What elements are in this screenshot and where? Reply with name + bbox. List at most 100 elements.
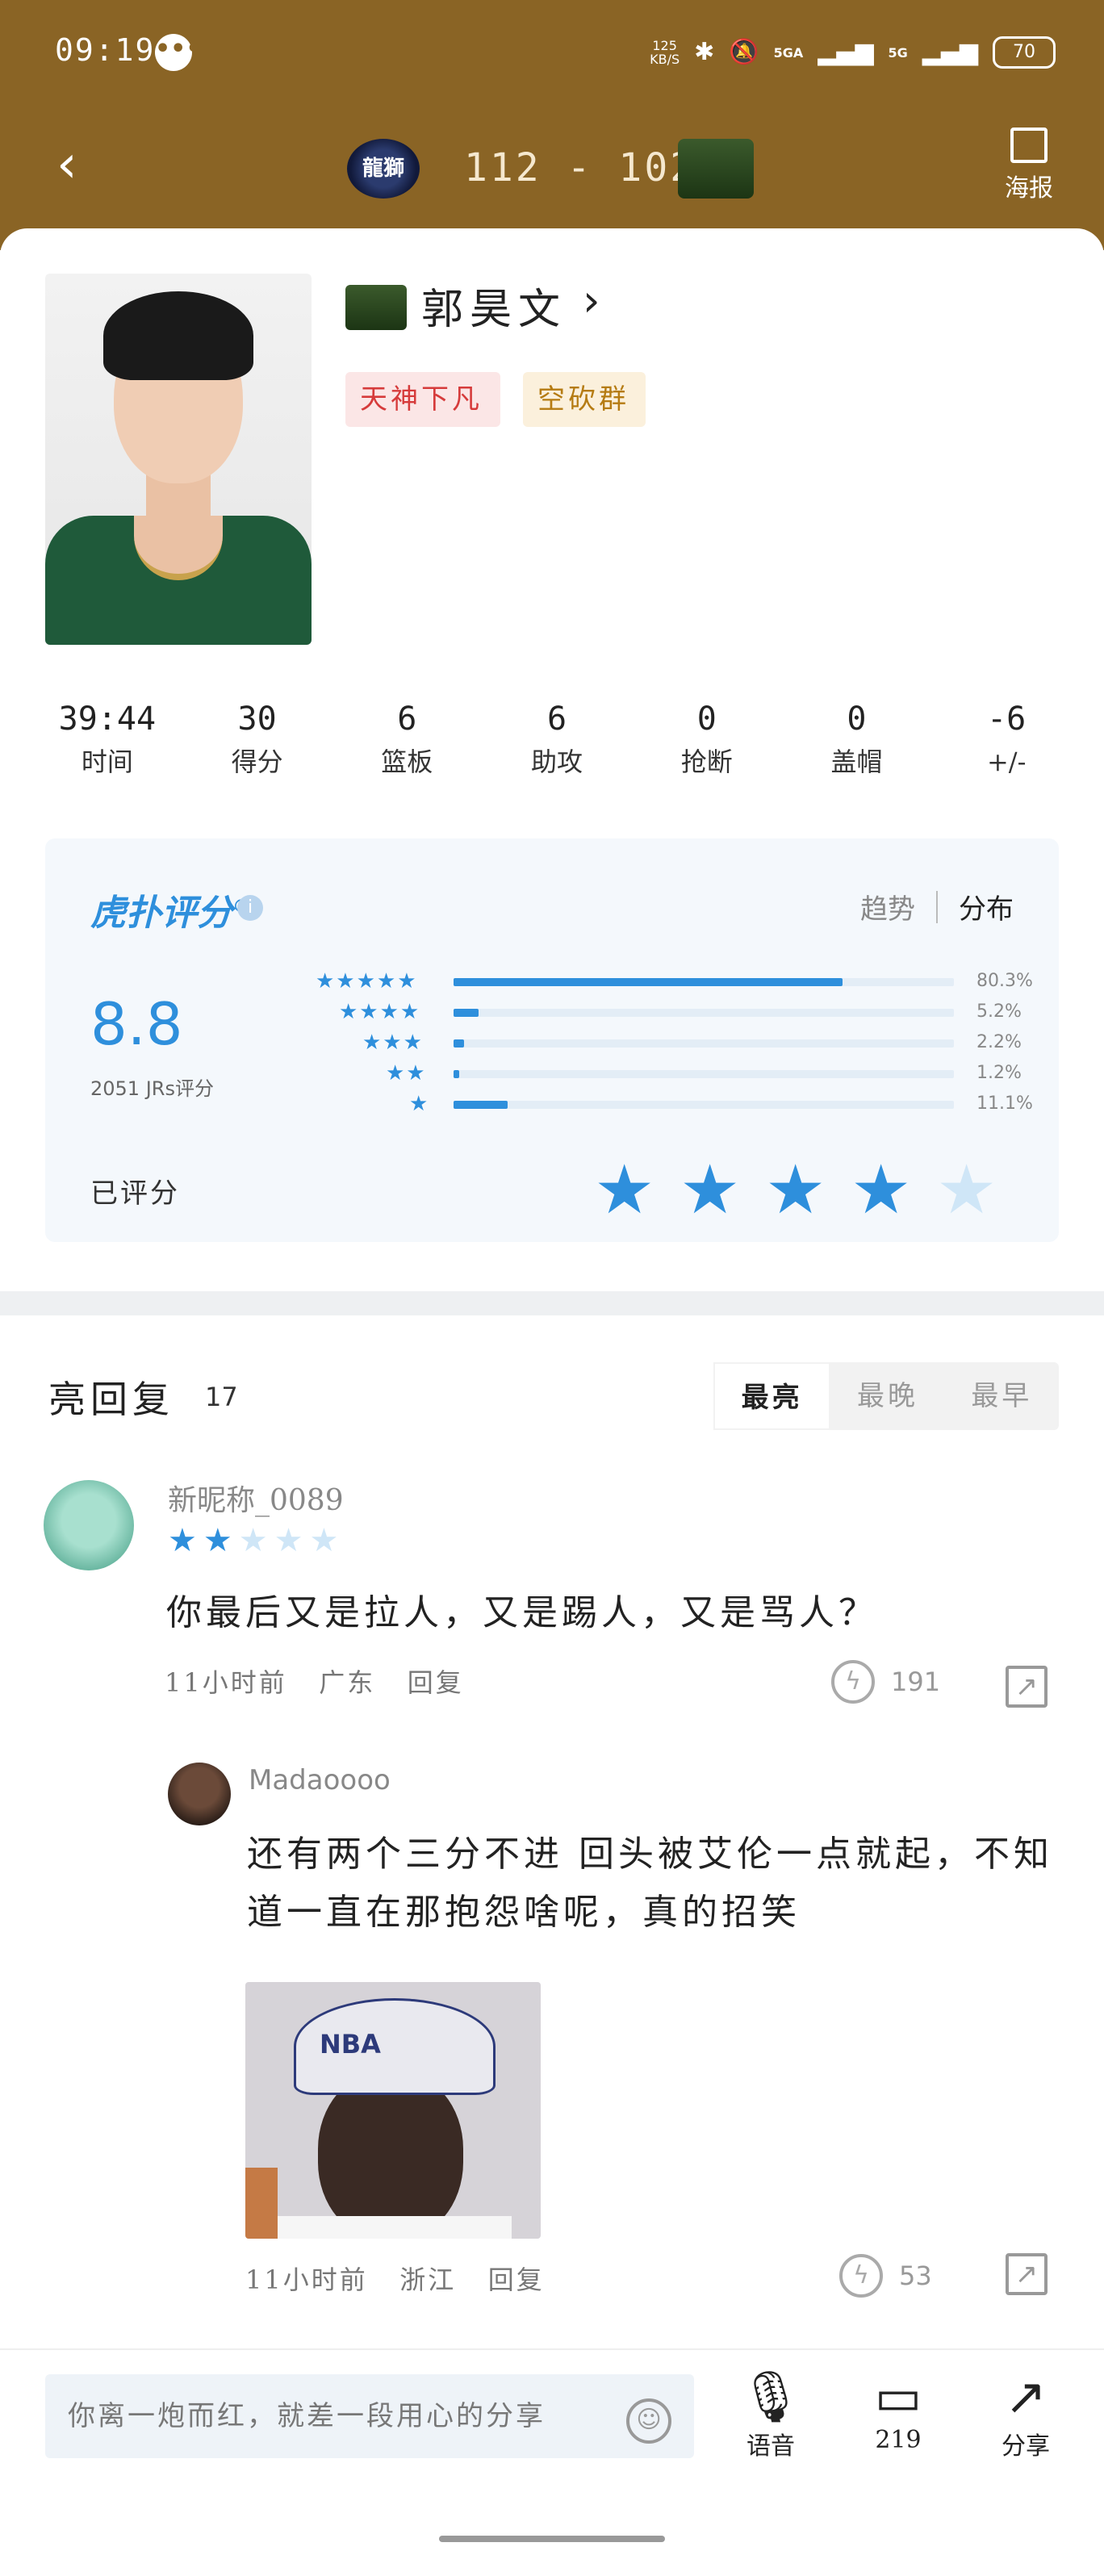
share-icon[interactable]: ↗ <box>1006 1666 1048 1708</box>
player-name[interactable]: 郭昊文 <box>421 275 567 336</box>
distribution-track <box>454 1070 954 1078</box>
distribution-fill <box>454 1009 479 1017</box>
replies-title: 亮回复 <box>48 1378 174 1421</box>
distribution-track <box>454 1009 954 1017</box>
player-photo <box>45 274 312 645</box>
distribution-percent: 2.2% <box>976 1032 1022 1052</box>
distribution-stars: ★★ <box>386 1061 427 1085</box>
stat-label: 时间 <box>81 746 133 777</box>
star-icon[interactable]: ★ <box>594 1153 654 1226</box>
star-icon[interactable]: ★ <box>936 1153 997 1226</box>
mute-icon: 🔕 <box>729 38 759 66</box>
star-icon: ★ <box>274 1522 310 1559</box>
sort-tab-earliest[interactable]: 最早 <box>945 1362 1059 1430</box>
home-team-logo[interactable]: 龍獅 <box>347 139 420 199</box>
stat-points: 30 得分 <box>182 696 332 793</box>
stat-value: -6 <box>987 700 1027 738</box>
stat-label: +/- <box>986 746 1027 777</box>
network-speed-unit: KB/S <box>650 52 680 67</box>
comment-input[interactable] <box>45 2374 694 2458</box>
stat-steals: 0 抢断 <box>632 696 782 793</box>
like-button[interactable]: ϟ 53 <box>839 2252 968 2300</box>
stat-assists: 6 助攻 <box>482 696 632 793</box>
away-team-logo[interactable] <box>678 139 754 199</box>
app-root: 09:19 ••• 125 KB/S ✱ 🔕 5GA ▂▄▆ 5G ▂▄▆ 70… <box>0 0 1104 2576</box>
avatar[interactable] <box>44 1480 134 1570</box>
stat-blocks: 0 盖帽 <box>782 696 932 793</box>
distribution-percent: 1.2% <box>976 1063 1022 1083</box>
poster-button[interactable]: 海报 <box>993 128 1065 203</box>
info-icon[interactable]: i <box>237 895 263 921</box>
image-cap-text: NBA <box>320 2029 381 2060</box>
replies-count: 17 <box>205 1382 238 1412</box>
star-icon[interactable]: ★ <box>765 1153 826 1226</box>
star-icon: ★ <box>238 1522 274 1559</box>
status-time: 09:19 <box>55 32 156 68</box>
home-indicator[interactable] <box>439 2536 665 2542</box>
distribution-row: ★★★ 2.2% <box>239 1027 1038 1058</box>
stat-value: 30 <box>237 700 277 738</box>
chat-bubble-icon: ••• <box>155 34 202 71</box>
lightbulb-icon: ϟ <box>831 1660 875 1704</box>
tab-trend[interactable]: 趋势 <box>860 887 915 926</box>
game-score: 112 - 102 <box>464 145 696 190</box>
reply-button[interactable]: 回复 <box>408 1667 464 1698</box>
reply-location: 广东 <box>319 1667 376 1698</box>
tab-divider <box>936 890 938 923</box>
emoji-icon[interactable]: ☺ <box>626 2398 671 2444</box>
voice-label: 语音 <box>746 2432 795 2461</box>
image-icon <box>1010 128 1048 163</box>
my-rating-stars[interactable]: ★ ★ ★ ★ ★ <box>594 1153 1046 1226</box>
stat-value: 0 <box>696 700 717 738</box>
avatar[interactable] <box>168 1763 231 1825</box>
share-icon[interactable]: ↗ <box>1006 2253 1048 2295</box>
chevron-right-icon[interactable]: › <box>583 275 600 326</box>
distribution-row: ★★★★★ 80.3% <box>239 966 1038 997</box>
player-tag[interactable]: 天神下凡 <box>345 372 500 427</box>
reply-nickname[interactable]: 新昵称_0089 <box>168 1477 344 1519</box>
star-icon[interactable]: ★ <box>851 1153 911 1226</box>
reply-meta: 11小时前 浙江 回复 <box>245 2260 545 2297</box>
star-icon: ★ <box>203 1522 239 1559</box>
sort-tab-latest[interactable]: 最晚 <box>830 1362 944 1430</box>
rating-brand: 虎扑评分® <box>90 884 250 935</box>
reply-image[interactable]: NBA <box>245 1982 541 2239</box>
stat-value: 6 <box>546 700 567 738</box>
comments-button[interactable]: ▭ 219 <box>854 2367 943 2455</box>
distribution-fill <box>454 1070 460 1078</box>
reply-rating-stars: ★★★★★ <box>168 1522 345 1559</box>
back-arrow-icon[interactable]: ‹ <box>56 139 105 190</box>
distribution-track <box>454 1039 954 1048</box>
signal-bars-icon: ▂▄▆ <box>818 38 874 66</box>
stat-plus-minus: -6 +/- <box>931 696 1081 793</box>
stats-row: 39:44 时间 30 得分 6 篮板 6 助攻 0 抢断 0 盖帽 -6 +/… <box>32 696 1081 793</box>
comment-bubble-icon: ▭ <box>874 2367 922 2426</box>
reply-location: 浙江 <box>399 2264 457 2295</box>
star-icon: ★ <box>309 1522 345 1559</box>
like-button[interactable]: ϟ 191 <box>831 1658 960 1706</box>
bottom-bar: ☺ 🎙 语音 ▭ 219 ↗ 分享 <box>0 2348 1104 2576</box>
image-shirt <box>278 2216 512 2239</box>
signal-5ga-icon: 5GA <box>773 44 804 61</box>
distribution-fill <box>454 1039 465 1048</box>
home-score: 112 <box>464 145 542 190</box>
stat-label: 抢断 <box>680 746 733 777</box>
stat-label: 篮板 <box>381 746 433 777</box>
rating-panel: 虎扑评分® i 趋势 分布 8.8 2051 JRs评分 ★★★★★80.3%★… <box>45 838 1059 1242</box>
rating-score: 8.8 <box>90 990 183 1058</box>
tab-distribution[interactable]: 分布 <box>959 887 1014 926</box>
player-tag[interactable]: 空砍群 <box>523 372 646 427</box>
reply-button[interactable]: 回复 <box>488 2264 545 2295</box>
share-label: 分享 <box>1002 2432 1050 2461</box>
stat-rebounds: 6 篮板 <box>332 696 482 793</box>
share-button[interactable]: ↗ 分享 <box>981 2368 1070 2461</box>
voice-button[interactable]: 🎙 语音 <box>726 2368 815 2461</box>
star-icon[interactable]: ★ <box>680 1153 740 1226</box>
photo-hair <box>103 291 253 380</box>
reply-nickname[interactable]: Madaoooo <box>249 1764 391 1796</box>
network-speed: 125 KB/S <box>650 39 680 66</box>
reply-time: 11小时前 <box>245 2264 368 2295</box>
signal-5g-icon: 5G <box>888 44 908 61</box>
distribution-row: ★★★★ 5.2% <box>239 997 1038 1027</box>
sort-tab-brightest[interactable]: 最亮 <box>713 1362 831 1430</box>
